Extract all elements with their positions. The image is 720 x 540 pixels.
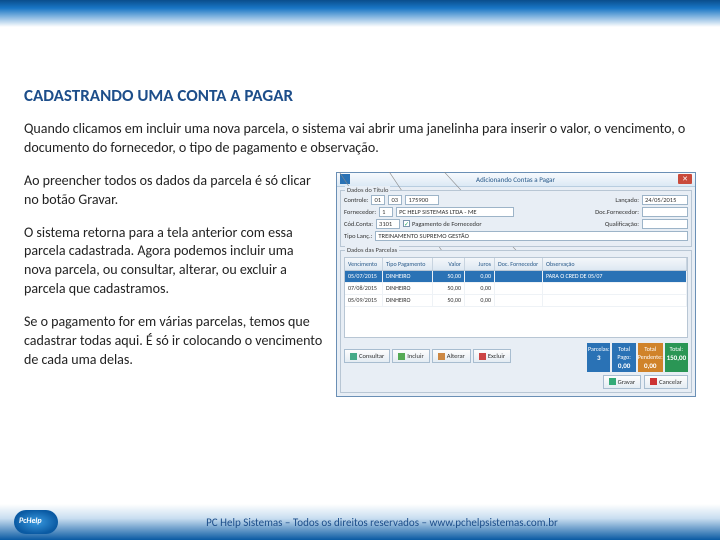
table-header: Vencimento Tipo Pagamento Valor Juros Do… xyxy=(345,258,687,271)
consultar-button[interactable]: Consultar xyxy=(344,349,390,363)
alterar-button[interactable]: Alterar xyxy=(432,349,471,363)
window-titlebar: Adicionando Contas a Pagar ✕ xyxy=(337,173,695,187)
group-titulo: Dados do Título Controle: 01 03 175900 L… xyxy=(340,190,692,247)
controle-field-1[interactable]: 01 xyxy=(371,195,385,205)
fornecedor-code[interactable]: 1 xyxy=(379,207,393,217)
table-row[interactable]: 07/08/2015 DINHEIRO 50,00 0,00 xyxy=(345,283,687,295)
cell: DINHEIRO xyxy=(383,283,433,294)
col-docforn: Doc. Fornecedor xyxy=(495,258,543,270)
pag-fornecedor-check[interactable]: ✓Pagamento de Fornecedor xyxy=(403,220,482,228)
cell xyxy=(495,283,543,294)
fornecedor-name[interactable]: PC HELP SISTEMAS LTDA - ME xyxy=(396,207,514,217)
cell: PARA O CRED DE 05/07 xyxy=(543,271,687,282)
stat-parcelas: Parcelas:3 xyxy=(587,343,610,372)
parcelas-table: Vencimento Tipo Pagamento Valor Juros Do… xyxy=(344,257,688,338)
table-row[interactable]: 05/09/2015 DINHEIRO 50,00 0,00 xyxy=(345,295,687,307)
qualif-label: Qualificação: xyxy=(605,220,639,228)
cell: 0,00 xyxy=(465,271,495,282)
paragraph-3: Se o pagamento for em várias parcelas, t… xyxy=(24,313,324,370)
cell: DINHEIRO xyxy=(383,271,433,282)
lancado-label: Lançado: xyxy=(615,196,639,204)
cell: 07/08/2015 xyxy=(345,283,383,294)
pag-fornecedor-label: Pagamento de Fornecedor xyxy=(412,220,482,228)
cell: 50,00 xyxy=(433,295,465,306)
close-icon[interactable]: ✕ xyxy=(678,174,692,184)
excluir-button[interactable]: Excluir xyxy=(473,349,511,363)
paragraph-1: Ao preencher todos os dados da parcela é… xyxy=(24,172,324,210)
search-icon xyxy=(350,353,357,360)
dialog-window: Adicionando Contas a Pagar ✕ Dados do Tí… xyxy=(336,172,696,397)
page-title: CADASTRANDO UMA CONTA A PAGAR xyxy=(24,85,696,106)
gravar-button[interactable]: Gravar xyxy=(603,375,641,389)
cell: 0,00 xyxy=(465,283,495,294)
cell: DINHEIRO xyxy=(383,295,433,306)
cell: 05/09/2015 xyxy=(345,295,383,306)
cell xyxy=(543,283,687,294)
cell: 50,00 xyxy=(433,271,465,282)
stat-total: Total:150,00 xyxy=(665,343,688,372)
tipolanc-label: Tipo Lanç.: xyxy=(344,232,372,240)
intro-paragraph: Quando clicamos em incluir uma nova parc… xyxy=(24,120,696,158)
cell xyxy=(543,295,687,306)
btn-label: Consultar xyxy=(359,352,384,360)
controle-label: Controle: xyxy=(344,196,368,204)
save-icon xyxy=(609,378,616,385)
btn-label: Excluir xyxy=(488,352,505,360)
cell: 0,00 xyxy=(465,295,495,306)
window-title: Adicionando Contas a Pagar xyxy=(353,175,678,184)
cancel-icon xyxy=(650,378,657,385)
cell: 05/07/2015 xyxy=(345,271,383,282)
btn-label: Alterar xyxy=(447,352,465,360)
codconta-label: Cód.Conta: xyxy=(344,220,373,228)
btn-label: Gravar xyxy=(618,378,635,386)
group-titulo-label: Dados do Título xyxy=(345,186,390,194)
stat-pago: Total Pago:0,00 xyxy=(612,343,635,372)
fornecedor-label: Fornecedor: xyxy=(344,208,376,216)
btn-label: Incluir xyxy=(407,352,423,360)
col-juros: Juros xyxy=(465,258,495,270)
controle-field-3[interactable]: 175900 xyxy=(405,195,439,205)
edit-icon xyxy=(438,353,445,360)
pchelp-logo xyxy=(14,510,58,534)
app-icon xyxy=(340,174,350,184)
incluir-button[interactable]: Incluir xyxy=(392,349,429,363)
stat-pendente: Total Pendente:0,00 xyxy=(638,343,663,372)
paragraph-2: O sistema retorna para a tela anterior c… xyxy=(24,224,324,300)
controle-field-2[interactable]: 03 xyxy=(388,195,402,205)
cancelar-button[interactable]: Cancelar xyxy=(644,375,688,389)
footer-text: PC Help Sistemas – Todos os direitos res… xyxy=(58,516,706,529)
plus-icon xyxy=(398,353,405,360)
cell xyxy=(495,271,543,282)
btn-label: Cancelar xyxy=(659,378,682,386)
group-parcelas: Dados das Parcelas Vencimento Tipo Pagam… xyxy=(340,250,692,393)
cell: 50,00 xyxy=(433,283,465,294)
lancado-field[interactable]: 24/05/2015 xyxy=(642,195,688,205)
col-tipopag: Tipo Pagamento xyxy=(383,258,433,270)
docforn-label: Doc.Fornecedor: xyxy=(595,208,639,216)
table-row[interactable]: 05/07/2015 DINHEIRO 50,00 0,00 PARA O CR… xyxy=(345,271,687,283)
col-valor: Valor xyxy=(433,258,465,270)
tipolanc-field[interactable]: TREINAMENTO SUPREMO GESTÃO xyxy=(375,231,688,241)
codconta-field[interactable]: 3101 xyxy=(376,219,400,229)
docforn-field[interactable] xyxy=(642,207,688,217)
col-obs: Observação xyxy=(543,258,687,270)
cell xyxy=(495,295,543,306)
col-vencimento: Vencimento xyxy=(345,258,383,270)
qualif-field[interactable] xyxy=(642,219,688,229)
delete-icon xyxy=(479,353,486,360)
footer: PC Help Sistemas – Todos os direitos res… xyxy=(0,504,720,540)
group-parcelas-label: Dados das Parcelas xyxy=(345,246,399,254)
